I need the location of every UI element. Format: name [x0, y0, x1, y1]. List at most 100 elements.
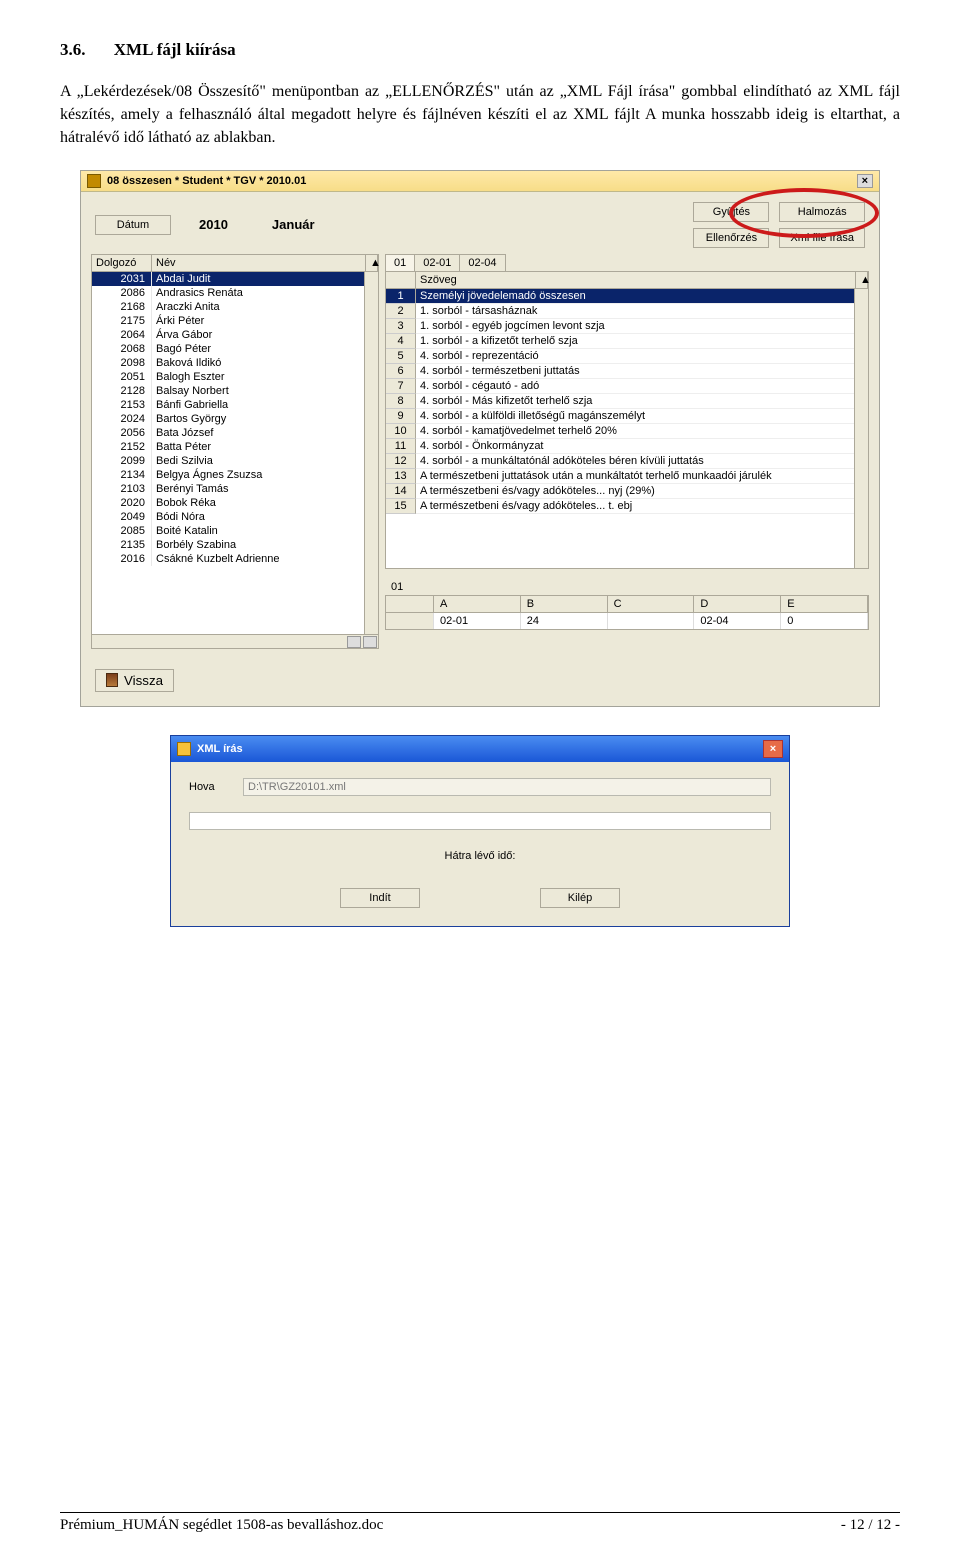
ellenorzes-button[interactable]: Ellenőrzés — [693, 228, 769, 248]
col-nev[interactable]: Név — [152, 255, 366, 271]
table-row[interactable]: 2099Bedi Szilvia — [92, 454, 378, 468]
table-row[interactable]: 2128Balsay Norbert — [92, 384, 378, 398]
employee-list-body[interactable]: 2031Abdai Judit2086Andrasics Renáta2168A… — [91, 271, 379, 635]
vissza-label: Vissza — [124, 673, 163, 688]
tab-01[interactable]: 01 — [385, 254, 415, 271]
table-row[interactable]: 41. sorból - a kifizetőt terhelő szja — [386, 334, 868, 349]
action-buttons: Gyűjtés Halmozás Ellenőrzés Xml file írá… — [693, 202, 865, 248]
col-e: E — [781, 596, 868, 612]
bottom-grid: 01 A B C D E 02-01 24 02-04 0 — [385, 579, 869, 630]
col-b: B — [521, 596, 608, 612]
section-heading: 3.6. XML fájl kiírása — [60, 40, 900, 60]
szoveg-num-col — [386, 272, 416, 288]
bg-c[interactable] — [608, 613, 695, 629]
month-label: Január — [272, 217, 315, 232]
halmozas-button[interactable]: Halmozás — [779, 202, 865, 222]
close-icon[interactable]: × — [857, 174, 873, 188]
window-title: 08 összesen * Student * TGV * 2010.01 — [107, 175, 306, 187]
table-row[interactable]: 2086Andrasics Renáta — [92, 286, 378, 300]
scroll-left-icon[interactable] — [347, 636, 361, 648]
top-row: Dátum 2010 Január Gyűjtés Halmozás Ellen… — [81, 192, 879, 254]
close-icon[interactable]: × — [763, 740, 783, 758]
table-row[interactable]: 31. sorból - egyéb jogcímen levont szja — [386, 319, 868, 334]
table-row[interactable]: 2175Árki Péter — [92, 314, 378, 328]
horizontal-scrollbar[interactable] — [91, 635, 379, 649]
tab-02-04[interactable]: 02-04 — [459, 254, 505, 271]
xml-button[interactable]: Xml file írása — [779, 228, 865, 248]
bg-d[interactable]: 02-04 — [694, 613, 781, 629]
col-c: C — [608, 596, 695, 612]
vissza-button[interactable]: Vissza — [95, 669, 174, 692]
table-row[interactable]: 2153Bánfi Gabriella — [92, 398, 378, 412]
table-row[interactable]: 14A természetbeni és/vagy adóköteles... … — [386, 484, 868, 499]
bottom-label-01: 01 — [385, 579, 869, 595]
bg-row-label — [386, 613, 434, 629]
tab-row: 01 02-01 02-04 — [385, 254, 869, 272]
table-row[interactable]: 2152Batta Péter — [92, 440, 378, 454]
szoveg-list-body[interactable]: 1Személyi jövedelemadó összesen21. sorbó… — [385, 289, 869, 569]
hova-label: Hova — [189, 781, 229, 793]
table-row[interactable]: 2056Bata József — [92, 426, 378, 440]
table-row[interactable]: 2098Baková Ildikó — [92, 356, 378, 370]
footer-left: Prémium_HUMÁN segédlet 1508-as bevallásh… — [60, 1517, 383, 1534]
table-row[interactable]: 2064Árva Gábor — [92, 328, 378, 342]
section-title-text: XML fájl kiírása — [114, 40, 236, 59]
table-row[interactable]: 1Személyi jövedelemadó összesen — [386, 289, 868, 304]
datum-button[interactable]: Dátum — [95, 215, 171, 235]
footer-right: - 12 / 12 - — [841, 1517, 900, 1534]
table-row[interactable]: 2016Csákné Kuzbelt Adrienne — [92, 552, 378, 566]
col-d: D — [694, 596, 781, 612]
table-row[interactable]: 2051Balogh Eszter — [92, 370, 378, 384]
year-label: 2010 — [199, 217, 228, 232]
table-row[interactable]: 2085Boité Katalin — [92, 524, 378, 538]
vertical-scrollbar[interactable] — [854, 289, 868, 568]
table-row[interactable]: 124. sorból - a munkáltatónál adóköteles… — [386, 454, 868, 469]
table-row[interactable]: 64. sorból - természetbeni juttatás — [386, 364, 868, 379]
table-row[interactable]: 2031Abdai Judit — [92, 272, 378, 286]
szoveg-label[interactable]: Szöveg — [416, 272, 856, 288]
page-footer: Prémium_HUMÁN segédlet 1508-as bevallásh… — [60, 1512, 900, 1534]
table-row[interactable]: 2049Bódi Nóra — [92, 510, 378, 524]
table-row[interactable]: 2134Belgya Ágnes Zsuzsa — [92, 468, 378, 482]
szoveg-header: Szöveg ▲ — [385, 272, 869, 289]
dialog-icon — [177, 742, 191, 756]
table-row[interactable]: 15A természetbeni és/vagy adóköteles... … — [386, 499, 868, 514]
employee-list-header: Dolgozó Név ▲ — [91, 254, 379, 271]
indit-button[interactable]: Indít — [340, 888, 420, 908]
progress-bar — [189, 812, 771, 830]
dialog-title: XML írás — [197, 743, 243, 755]
scroll-up-icon[interactable]: ▲ — [366, 255, 378, 271]
table-row[interactable]: 94. sorból - a külföldi illetőségű magán… — [386, 409, 868, 424]
scroll-right-icon[interactable] — [363, 636, 377, 648]
table-row[interactable]: 2068Bagó Péter — [92, 342, 378, 356]
table-row[interactable]: 2135Borbély Szabina — [92, 538, 378, 552]
table-row[interactable]: 21. sorból - társasháznak — [386, 304, 868, 319]
table-row[interactable]: 54. sorból - reprezentáció — [386, 349, 868, 364]
section-number: 3.6. — [60, 40, 86, 60]
body-paragraph: A „Lekérdezések/08 Összesítő" menüpontba… — [60, 80, 900, 150]
bottom-grid-header: A B C D E — [385, 595, 869, 613]
table-row[interactable]: 2020Bobok Réka — [92, 496, 378, 510]
table-row[interactable]: 74. sorból - cégautó - adó — [386, 379, 868, 394]
table-row[interactable]: 104. sorból - kamatjövedelmet terhelő 20… — [386, 424, 868, 439]
tab-02-01[interactable]: 02-01 — [414, 254, 460, 271]
table-row[interactable]: 84. sorból - Más kifizetőt terhelő szja — [386, 394, 868, 409]
kilep-button[interactable]: Kilép — [540, 888, 620, 908]
col-dolgozo[interactable]: Dolgozó — [92, 255, 152, 271]
table-row[interactable]: 114. sorból - Önkormányzat — [386, 439, 868, 454]
table-row[interactable]: 2103Berényi Tamás — [92, 482, 378, 496]
bg-a[interactable]: 02-01 — [434, 613, 521, 629]
table-row[interactable]: 2024Bartos György — [92, 412, 378, 426]
remaining-time-label: Hátra lévő idő: — [189, 850, 771, 862]
dialog-titlebar: XML írás × — [171, 736, 789, 762]
table-row[interactable]: 2168Araczki Anita — [92, 300, 378, 314]
scroll-up-icon[interactable]: ▲ — [856, 272, 868, 288]
gyujtes-button[interactable]: Gyűjtés — [693, 202, 769, 222]
bg-e[interactable]: 0 — [781, 613, 868, 629]
bg-b[interactable]: 24 — [521, 613, 608, 629]
app-window: 08 összesen * Student * TGV * 2010.01 × … — [80, 170, 880, 707]
hova-input[interactable] — [243, 778, 771, 796]
table-row[interactable]: 13A természetbeni juttatások után a munk… — [386, 469, 868, 484]
vertical-scrollbar[interactable] — [364, 272, 378, 634]
exit-icon — [106, 673, 118, 687]
